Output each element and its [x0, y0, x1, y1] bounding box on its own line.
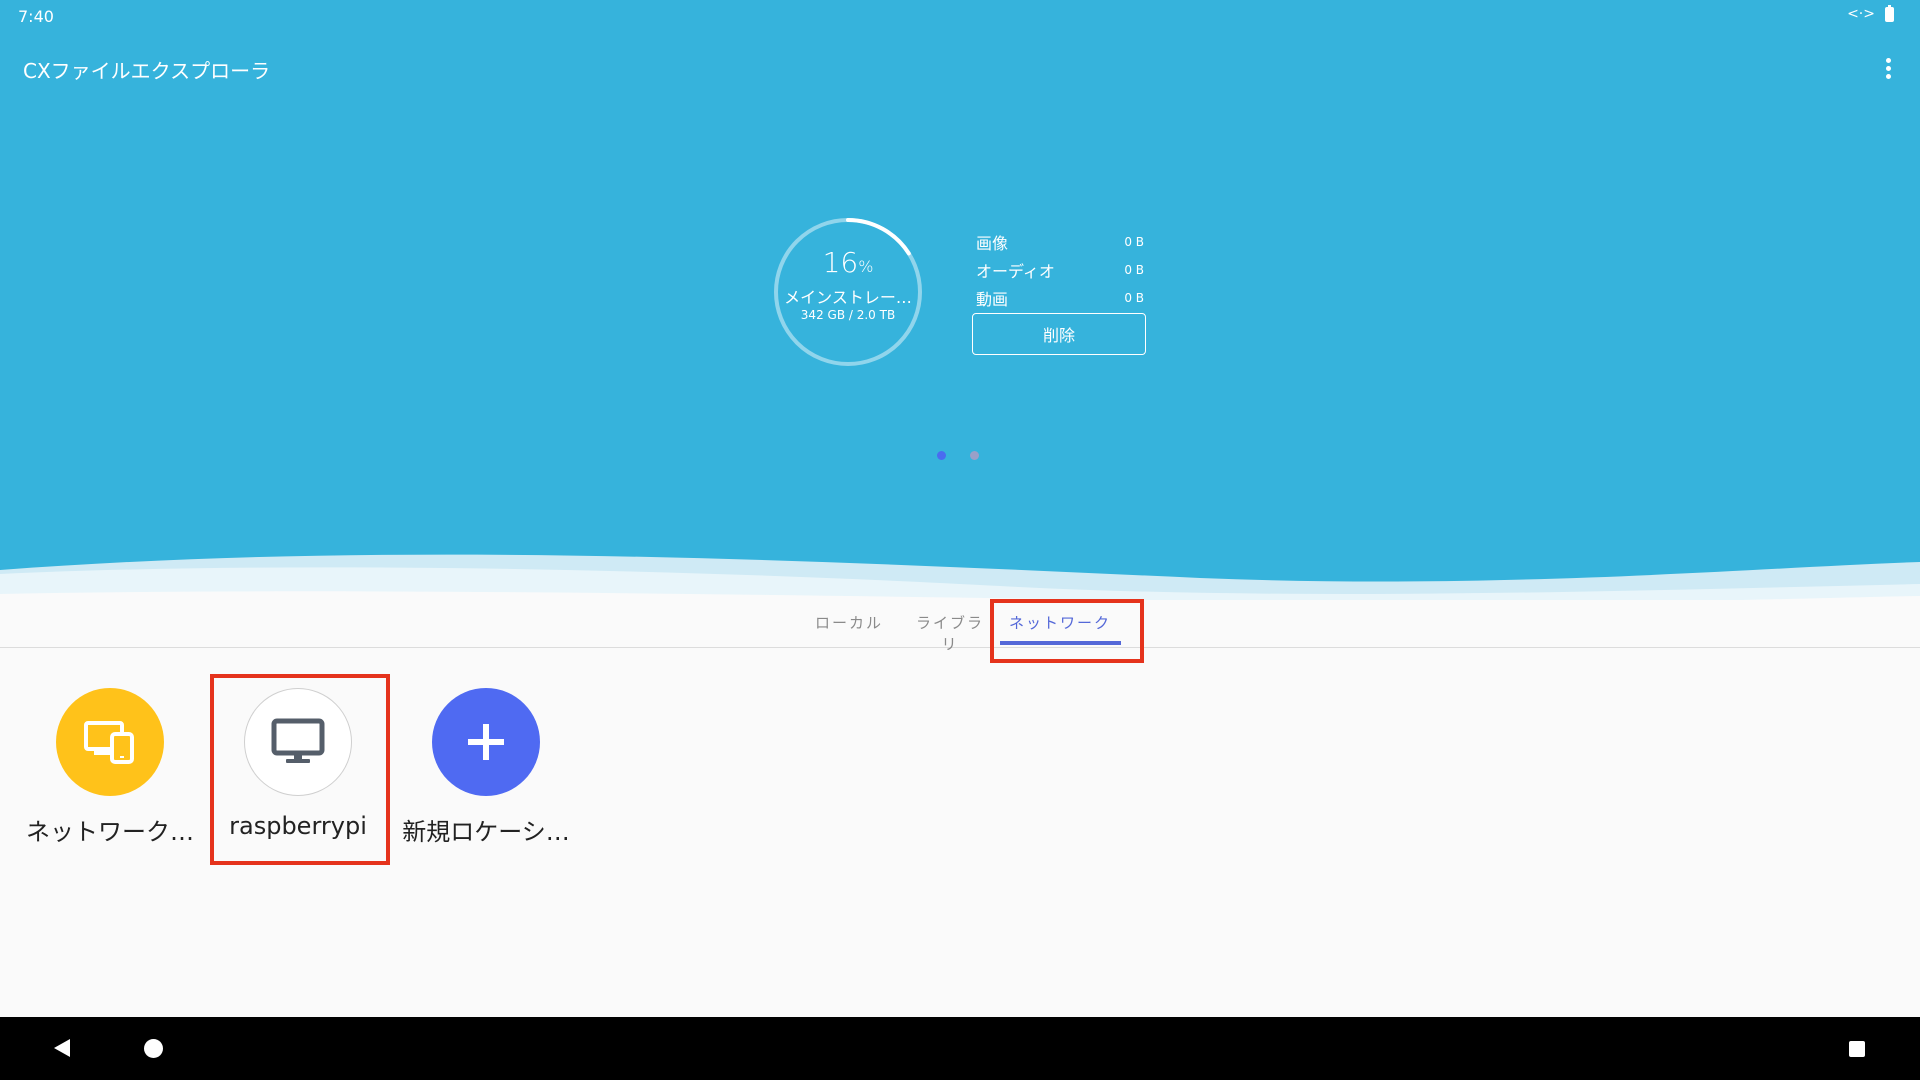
- storage-header: 7:40 <·> CXファイルエクスプローラ 16% メインストレー… 342 …: [0, 0, 1920, 600]
- network-item-raspberrypi[interactable]: raspberrypi: [208, 688, 388, 848]
- home-icon[interactable]: [144, 1039, 163, 1058]
- devices-icon: [84, 721, 134, 764]
- pager-dot[interactable]: [970, 451, 979, 460]
- tab-bar: ローカル ライブラリ ネットワーク: [0, 604, 1920, 653]
- tab-indicator: [1000, 641, 1121, 645]
- storage-percent: 16%: [822, 246, 874, 279]
- header-wave: [0, 554, 1920, 600]
- network-item-icon-bg: [432, 688, 540, 796]
- back-icon[interactable]: [54, 1039, 70, 1057]
- network-item-new-location[interactable]: 新規ロケーシ…: [396, 688, 576, 848]
- battery-icon: [1885, 4, 1894, 22]
- storage-label: メインストレー…: [784, 288, 912, 307]
- delete-button[interactable]: 削除: [972, 313, 1146, 355]
- plus-icon: [468, 724, 504, 760]
- stat-row-audio: オーディオ 0 B: [976, 256, 1144, 284]
- storage-size: 342 GB / 2.0 TB: [800, 308, 896, 322]
- stat-row-images: 画像 0 B: [976, 228, 1144, 256]
- network-item-label: ネットワーク…: [26, 818, 194, 846]
- tab-library[interactable]: ライブラリ: [910, 612, 990, 653]
- stat-value: 0 B: [1124, 263, 1144, 277]
- pager-dots: [937, 451, 979, 460]
- stat-value: 0 B: [1124, 291, 1144, 305]
- network-item-icon-bg: [56, 688, 164, 796]
- network-item-icon-bg: [244, 688, 352, 796]
- app-title: CXファイルエクスプローラ: [23, 59, 271, 83]
- more-vert-icon[interactable]: [1876, 56, 1900, 80]
- stat-name: オーディオ: [976, 262, 1055, 281]
- status-bar: 7:40 <·>: [0, 0, 1920, 32]
- recents-icon[interactable]: [1849, 1041, 1865, 1057]
- storage-stats: 画像 0 B オーディオ 0 B 動画 0 B: [976, 228, 1144, 312]
- storage-usage-ring[interactable]: 16% メインストレー… 342 GB / 2.0 TB: [772, 216, 924, 368]
- stat-name: 画像: [976, 234, 1009, 253]
- status-time: 7:40: [18, 7, 54, 26]
- network-item-network[interactable]: ネットワーク…: [20, 688, 200, 848]
- stat-value: 0 B: [1124, 235, 1144, 249]
- system-nav-bar: [0, 1017, 1920, 1080]
- stat-name: 動画: [976, 290, 1009, 309]
- code-arrows-icon: <·>: [1847, 6, 1875, 22]
- tab-local[interactable]: ローカル: [812, 612, 886, 648]
- network-item-label: raspberrypi: [229, 812, 367, 840]
- desktop-monitor-icon: [271, 718, 325, 763]
- pager-dot-active[interactable]: [937, 451, 946, 460]
- network-item-label: 新規ロケーシ…: [402, 818, 570, 846]
- stat-row-video: 動画 0 B: [976, 284, 1144, 312]
